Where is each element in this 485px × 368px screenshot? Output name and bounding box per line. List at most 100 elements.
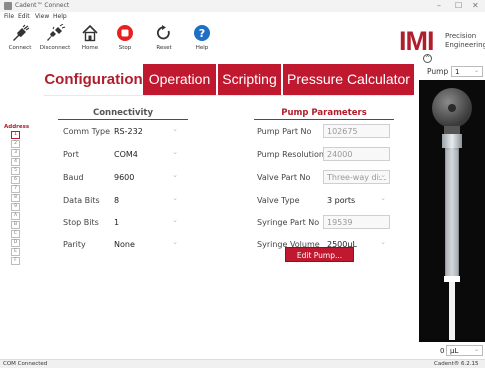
window-title: Cadent™ Connect	[15, 2, 70, 9]
tab-pressure-calculator[interactable]: Pressure Calculator	[283, 64, 414, 95]
menu-view[interactable]: View	[35, 13, 49, 20]
help-label: Help	[195, 45, 209, 51]
port-select[interactable]: COM4 ⌄	[110, 147, 182, 162]
home-icon	[82, 24, 98, 42]
chevron-down-icon: ⌄	[172, 216, 178, 224]
stop-button[interactable]: Stop	[106, 22, 144, 54]
address-2[interactable]: 2	[11, 140, 20, 148]
address-f[interactable]: F	[11, 257, 20, 265]
edit-pump-button[interactable]: Edit Pump...	[285, 247, 354, 262]
tab-configuration[interactable]: Configuration	[44, 64, 143, 95]
logo-engineering: Engineering	[445, 41, 485, 49]
valve-type-select[interactable]: 3 ports ⌄	[323, 193, 390, 208]
comm-type-value: RS-232	[114, 127, 143, 136]
menu-file[interactable]: File	[4, 13, 14, 20]
syringe-part-no-field[interactable]: 19539	[323, 215, 390, 229]
stop-bits-label: Stop Bits	[63, 218, 99, 227]
connectivity-title: Connectivity	[92, 108, 154, 118]
status-connection: COM Connected	[3, 361, 48, 367]
collapse-icon[interactable]: ^	[423, 54, 432, 63]
chevron-down-icon: ⌄	[172, 238, 178, 246]
reset-button[interactable]: Reset	[145, 22, 183, 54]
valve-part-no-select[interactable]: Three-way dist ⌄	[323, 170, 390, 184]
chevron-down-icon: ⌄	[473, 67, 479, 74]
address-5[interactable]: 5	[11, 167, 20, 175]
reset-icon	[156, 25, 170, 40]
pump-parameters-underline	[254, 119, 394, 120]
pump-select-value: 1	[455, 68, 460, 76]
reset-label: Reset	[156, 45, 172, 51]
port-value: COM4	[114, 150, 138, 159]
address-1[interactable]: 1	[11, 131, 20, 139]
connect-button[interactable]: Connect	[1, 22, 39, 54]
parity-label: Parity	[63, 240, 86, 249]
address-6[interactable]: 6	[11, 176, 20, 184]
svg-text:?: ?	[199, 27, 205, 40]
valve-type-label: Valve Type	[257, 196, 300, 205]
tab-operation[interactable]: Operation	[143, 64, 216, 95]
address-8[interactable]: 8	[11, 194, 20, 202]
tab-scripting[interactable]: Scripting	[218, 64, 281, 95]
valve-part-no-value: Three-way dist	[327, 173, 387, 182]
connectivity-underline	[58, 119, 188, 120]
address-9[interactable]: 9	[11, 203, 20, 211]
help-button[interactable]: ? Help	[183, 22, 221, 54]
baud-value: 9600	[114, 173, 135, 182]
data-bits-label: Data Bits	[63, 196, 100, 205]
status-version: Cadent® 6.2.15	[434, 361, 479, 367]
pump-resolution-field[interactable]: 24000	[323, 147, 390, 161]
syringe-pump-image	[432, 88, 472, 340]
address-a[interactable]: A	[11, 212, 20, 220]
comm-type-select[interactable]: RS-232 ⌄	[110, 124, 182, 139]
syringe-part-no-value: 19539	[327, 218, 353, 227]
port-label: Port	[63, 150, 79, 159]
volume-value: 0	[440, 347, 445, 355]
menu-bar: File Edit View Help	[0, 12, 485, 22]
help-icon: ?	[194, 25, 210, 41]
baud-label: Baud	[63, 173, 84, 182]
imi-logo: IMI	[399, 26, 434, 56]
chevron-down-icon: ⌄	[172, 194, 178, 202]
maximize-icon[interactable]: ☐	[455, 1, 462, 10]
pump-parameters-title: Pump Parameters	[281, 108, 367, 118]
home-button[interactable]: Home	[71, 22, 109, 54]
baud-select[interactable]: 9600 ⌄	[110, 170, 182, 185]
pump-part-no-field[interactable]: 102675	[323, 124, 390, 138]
tab-divider	[44, 95, 412, 96]
stop-icon	[117, 25, 133, 41]
address-label: Address	[4, 124, 30, 130]
pump-resolution-label: Pump Resolution	[257, 150, 324, 159]
address-7[interactable]: 7	[11, 185, 20, 193]
address-3[interactable]: 3	[11, 149, 20, 157]
pump-select[interactable]: 1 ⌄	[451, 66, 483, 77]
address-4[interactable]: 4	[11, 158, 20, 166]
chevron-down-icon: ⌄	[172, 148, 178, 156]
stop-label: Stop	[118, 45, 132, 51]
address-b[interactable]: B	[11, 221, 20, 229]
chevron-down-icon: ⌄	[380, 171, 386, 179]
minimize-icon[interactable]: –	[437, 1, 441, 10]
volume-unit-select[interactable]: µL ⌄	[446, 345, 483, 356]
address-d[interactable]: D	[11, 239, 20, 247]
parity-select[interactable]: None ⌄	[110, 237, 182, 252]
pump-visualization	[419, 80, 485, 342]
pump-label: Pump	[427, 67, 449, 76]
volume-unit-value: µL	[450, 347, 459, 355]
data-bits-value: 8	[114, 196, 120, 205]
disconnect-icon	[47, 24, 66, 41]
stop-bits-value: 1	[114, 218, 120, 227]
address-c[interactable]: C	[11, 230, 20, 238]
close-icon[interactable]: ✕	[472, 1, 479, 10]
syringe-part-no-label: Syringe Part No	[257, 218, 320, 227]
chevron-down-icon: ⌄	[172, 125, 178, 133]
menu-edit[interactable]: Edit	[18, 13, 30, 20]
disconnect-button[interactable]: Disconnect	[36, 22, 74, 54]
parity-value: None	[114, 240, 135, 249]
logo-precision: Precision	[445, 32, 477, 40]
address-e[interactable]: E	[11, 248, 20, 256]
menu-help[interactable]: Help	[53, 13, 67, 20]
stop-bits-select[interactable]: 1 ⌄	[110, 215, 182, 230]
valve-part-no-label: Valve Part No	[257, 173, 311, 182]
chevron-down-icon: ⌄	[380, 238, 386, 246]
data-bits-select[interactable]: 8 ⌄	[110, 193, 182, 208]
